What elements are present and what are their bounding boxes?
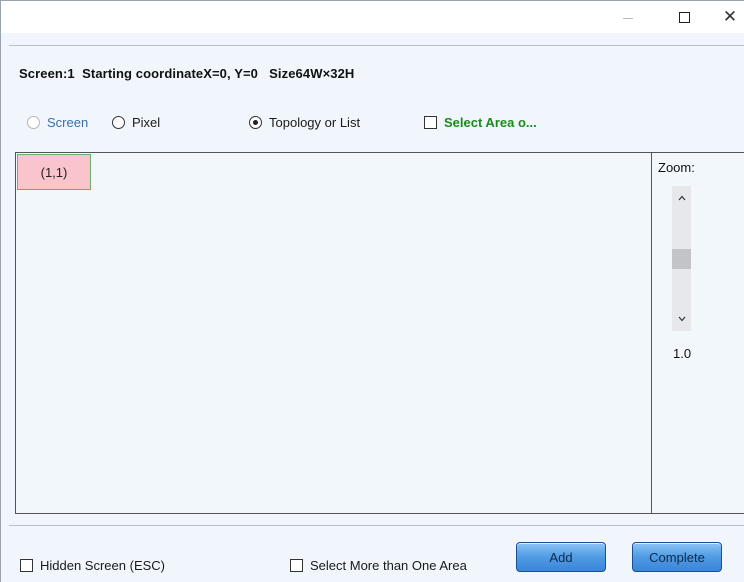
maximize-icon bbox=[678, 11, 690, 23]
zoom-panel: Zoom: 1.0 bbox=[651, 152, 744, 514]
select-area-label: Select Area o... bbox=[444, 115, 537, 130]
zoom-value: 1.0 bbox=[673, 346, 692, 361]
zoom-slider[interactable] bbox=[672, 186, 691, 331]
topology-canvas[interactable]: (1,1) bbox=[15, 152, 652, 514]
radio-circle-checked bbox=[249, 116, 262, 129]
radio-circle bbox=[27, 116, 40, 129]
mode-pixel-label: Pixel bbox=[132, 115, 161, 130]
title-bar: ✕ bbox=[1, 1, 744, 33]
screen-config-window: ✕ Screen:1 Starting coordinateX=0, Y=0 S… bbox=[0, 0, 744, 582]
mode-screen-radio[interactable]: Screen bbox=[27, 115, 88, 130]
chevron-down-icon bbox=[678, 316, 685, 322]
footer-divider bbox=[9, 525, 744, 526]
header-divider bbox=[9, 45, 744, 46]
receiving-card-cell[interactable]: (1,1) bbox=[17, 154, 91, 190]
checkbox-box bbox=[424, 116, 437, 129]
mode-pixel-radio[interactable]: Pixel bbox=[112, 115, 160, 130]
mode-screen-label: Screen bbox=[47, 115, 89, 130]
screen-info-text: Screen:1 Starting coordinateX=0, Y=0 Siz… bbox=[19, 66, 355, 81]
checkbox-box bbox=[20, 559, 33, 572]
hidden-screen-label: Hidden Screen (ESC) bbox=[40, 558, 165, 573]
minimize-icon bbox=[623, 17, 633, 19]
add-button[interactable]: Add bbox=[516, 542, 606, 572]
checkbox-box bbox=[290, 559, 303, 572]
maximize-button[interactable] bbox=[661, 1, 707, 33]
select-area-checkbox[interactable]: Select Area o... bbox=[424, 115, 537, 130]
close-icon: ✕ bbox=[722, 7, 738, 27]
select-more-checkbox[interactable]: Select More than One Area bbox=[290, 558, 467, 573]
zoom-slider-thumb[interactable] bbox=[672, 249, 691, 269]
cell-label: (1,1) bbox=[40, 164, 68, 180]
zoom-label: Zoom: bbox=[658, 160, 695, 175]
hidden-screen-checkbox[interactable]: Hidden Screen (ESC) bbox=[20, 558, 165, 573]
complete-button[interactable]: Complete bbox=[632, 542, 722, 572]
zoom-up-button[interactable] bbox=[672, 189, 691, 207]
mode-topology-radio[interactable]: Topology or List bbox=[249, 115, 360, 130]
radio-circle bbox=[112, 116, 125, 129]
mode-topology-label: Topology or List bbox=[269, 115, 361, 130]
zoom-down-button[interactable] bbox=[672, 310, 691, 328]
close-button[interactable]: ✕ bbox=[707, 1, 744, 33]
select-more-label: Select More than One Area bbox=[310, 558, 467, 573]
chevron-up-icon bbox=[678, 195, 685, 201]
minimize-button[interactable] bbox=[605, 1, 651, 33]
